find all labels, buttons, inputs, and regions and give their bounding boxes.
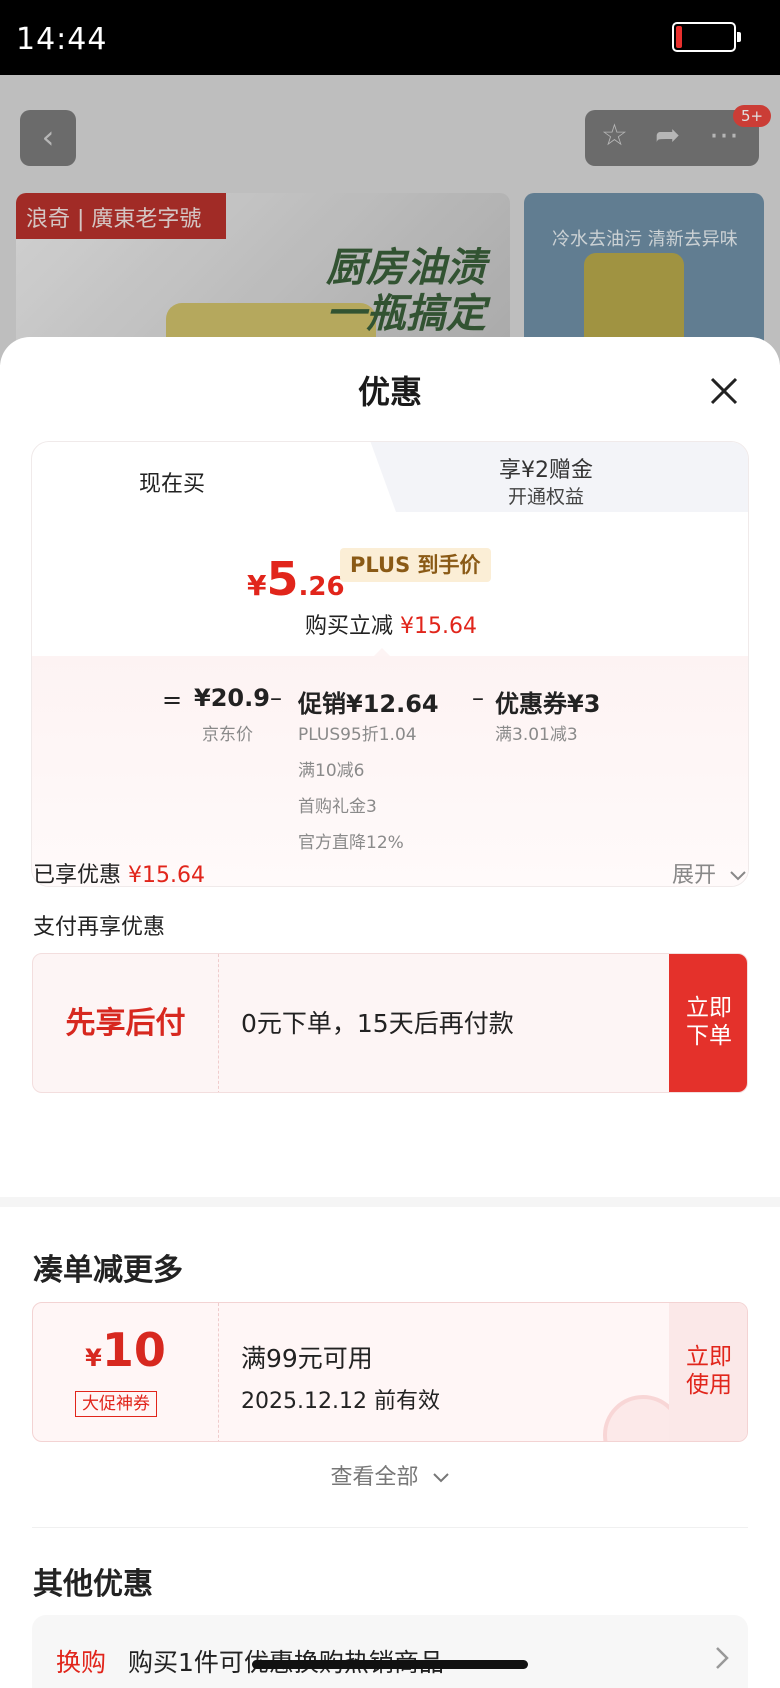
pay-later-card: 先享后付 0元下单，15天后再付款 立即 下单 (32, 953, 748, 1093)
coupon-currency: ¥ (85, 1344, 102, 1372)
discount-sheet: 优惠 享¥2赠金 开通权益 现在买 ¥5.26 PLUS 到手价 购买立减 ¥1… (0, 337, 780, 1688)
tab-buy-now[interactable]: 现在买 (32, 442, 362, 516)
promo-item: 官方直降12% (298, 833, 404, 853)
sheet-title: 优惠 (357, 373, 422, 411)
combo-section-title: 凑单减更多 (33, 1253, 183, 1288)
order-now-line2: 下单 (686, 1023, 732, 1049)
promo-item: 首购礼金3 (298, 797, 377, 817)
home-indicator[interactable] (252, 1660, 528, 1669)
chevron-right-icon (716, 1647, 729, 1669)
clock: 14:44 (16, 22, 108, 57)
instant-reduction-value: ¥15.64 (400, 614, 477, 639)
coupon-expiry: 2025.12.12 前有效 (241, 1389, 440, 1414)
trade-in-label: 换购 (56, 1648, 107, 1677)
chevron-down-icon (432, 1473, 449, 1483)
promo-item: 满10减6 (298, 761, 365, 781)
price-breakdown: = ¥20.9 京东价 – 促销¥12.64 PLUS95折1.04 满10减6… (32, 656, 748, 886)
expand-label: 展开 (672, 863, 717, 888)
use-now-line1: 立即 (686, 1344, 732, 1370)
coupon-value-block: ¥10 大促神券 (33, 1303, 218, 1441)
pay-later-title: 先享后付 (65, 1006, 186, 1041)
minus-sign-2: – (472, 684, 484, 712)
instant-reduction: 购买立减 ¥15.64 (32, 608, 748, 640)
coupon-amount-value: 10 (101, 1323, 166, 1377)
plus-price-tag: PLUS 到手价 (340, 548, 491, 582)
coupon-item: 满3.01减3 (495, 725, 578, 745)
other-section-title: 其他优惠 (33, 1567, 153, 1602)
final-price-decimal: .26 (298, 572, 345, 602)
final-price-currency: ¥ (247, 569, 267, 602)
promo-total: 促销¥12.64 (298, 690, 439, 718)
final-price: ¥5.26 (247, 552, 345, 606)
coupon-card: ¥10 大促神券 满99元可用 2025.12.12 前有效 立即 使用 (32, 1302, 748, 1442)
pay-later-desc: 0元下单，15天后再付款 (241, 1009, 514, 1038)
close-icon[interactable] (704, 371, 744, 411)
tab-buy-now-label: 现在买 (139, 472, 206, 497)
final-price-block: ¥5.26 PLUS 到手价 购买立减 ¥15.64 (32, 512, 748, 656)
enjoyed-discount-label: 已享优惠 (33, 863, 128, 888)
coupon-total: 优惠券¥3 (495, 690, 601, 718)
order-now-button[interactable]: 立即 下单 (669, 954, 747, 1092)
jd-price-label: 京东价 (202, 725, 253, 745)
chevron-down-icon (730, 871, 746, 881)
minus-sign-1: – (270, 684, 282, 712)
price-card: 享¥2赠金 开通权益 现在买 ¥5.26 PLUS 到手价 购买立减 ¥15.6… (31, 441, 749, 887)
pay-more-label: 支付再享优惠 (33, 915, 166, 940)
view-all-label: 查看全部 (330, 1465, 419, 1490)
final-price-integer: 5 (266, 552, 299, 606)
use-now-button[interactable]: 立即 使用 (669, 1303, 747, 1441)
enjoyed-discount: 已享优惠 ¥15.64 (33, 857, 205, 889)
coupon-amount: ¥10 (33, 1323, 218, 1377)
battery-level (676, 26, 682, 48)
tab-plus-benefit[interactable]: 享¥2赠金 开通权益 (342, 442, 748, 512)
use-now-line2: 使用 (686, 1372, 732, 1398)
enjoyed-discount-value: ¥15.64 (128, 863, 205, 888)
coupon-type-tag: 大促神券 (75, 1391, 157, 1417)
promo-item: PLUS95折1.04 (298, 725, 417, 745)
instant-reduction-label: 购买立减 (305, 614, 400, 639)
status-bar: 14:44 (0, 0, 780, 75)
background-product-page: ‹ ☆ ➦ ⋯ 5+ 浪奇 | 廣東老字號 厨房油渍 一瓶搞定 冷水去油污 清新… (0, 75, 780, 365)
tab-plus-line1: 享¥2赠金 (499, 458, 593, 483)
trade-in-row[interactable]: 换购 购买1件可优惠换购热销商品 (32, 1615, 748, 1688)
coupon-condition: 满99元可用 (241, 1344, 373, 1373)
view-all-button[interactable]: 查看全部 (0, 1459, 780, 1491)
order-now-line1: 立即 (686, 995, 732, 1021)
equals-sign: = (162, 686, 183, 714)
jd-price: ¥20.9 (194, 684, 270, 712)
section-divider (0, 1197, 780, 1207)
battery-icon (672, 22, 741, 52)
expand-button[interactable]: 展开 (672, 857, 747, 889)
tab-plus-line2: 开通权益 (507, 486, 584, 508)
